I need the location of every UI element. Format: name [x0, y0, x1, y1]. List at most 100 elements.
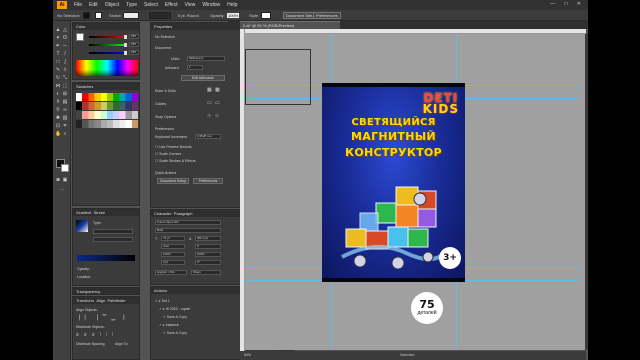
snap-grid-icon[interactable]: ⊹ [215, 113, 219, 119]
leading-field[interactable]: (86.4 pt) [195, 236, 221, 241]
preferences-button[interactable]: Preferences [313, 12, 341, 19]
action-row[interactable]: ✓ ▸ Hi 2020 - copter [159, 307, 191, 311]
magic-wand-icon[interactable]: ✦ [55, 35, 61, 41]
brush-label[interactable]: 5 pt. Round [178, 13, 199, 18]
gradient-slider[interactable] [77, 255, 135, 261]
symbol-sprayer-icon[interactable]: ✺ [55, 115, 61, 121]
more-tools-icon[interactable]: ⋯ [59, 187, 65, 193]
document-setup-quick-button[interactable]: Document Setup [157, 178, 189, 184]
font-family-select[interactable]: Futura Spec ND [155, 220, 221, 225]
tracking-field[interactable]: 0 [195, 244, 221, 249]
edit-artboards-button[interactable]: Edit Artboards [181, 75, 225, 81]
menu-effect[interactable]: Effect [165, 2, 178, 8]
action-row[interactable]: ✓ ▸ Instance [159, 323, 179, 327]
gradient-tool-icon[interactable]: ▤ [62, 99, 68, 105]
color-fill-proxy[interactable] [76, 33, 84, 41]
opacity-field[interactable]: 100% [227, 13, 240, 18]
green-value[interactable]: 255 [129, 42, 139, 47]
zoom-level[interactable]: 50% [244, 351, 251, 360]
curvature-tool-icon[interactable]: ∽ [62, 43, 68, 49]
stroke-weight-field[interactable] [123, 12, 139, 19]
baseline-shift-field[interactable]: 0 pt [161, 260, 185, 265]
vertical-scrollbar[interactable] [585, 34, 588, 350]
menu-window[interactable]: Window [202, 2, 220, 8]
kerning-field[interactable]: Auto [161, 244, 185, 249]
gradient-preview[interactable] [76, 220, 88, 232]
scale-corners-checkbox[interactable]: ☐ Scale Corners [155, 152, 181, 156]
preferences-quick-button[interactable]: Preferences [193, 178, 223, 184]
distribute-object-icons[interactable]: ≡≡≡⦙⦙⦙ [76, 332, 118, 338]
scale-tool-icon[interactable]: ⤡ [62, 75, 68, 81]
window-controls[interactable]: — □ ✕ [550, 1, 585, 7]
grid-icon[interactable]: ▦ [215, 87, 220, 93]
rotate-tool-icon[interactable]: ↻ [55, 75, 61, 81]
use-preview-bounds-checkbox[interactable]: ☐ Use Preview Bounds [155, 145, 192, 149]
gradient-type-field[interactable] [93, 229, 133, 234]
blue-value[interactable]: 255 [129, 50, 139, 55]
swatch-grid[interactable] [76, 93, 138, 131]
direct-selection-tool-icon[interactable]: △ [62, 27, 68, 33]
variable-width-field[interactable] [149, 12, 171, 19]
pen-tool-icon[interactable]: ✒ [55, 43, 61, 49]
zoom-tool-icon[interactable]: ⌕ [62, 131, 68, 137]
menu-type[interactable]: Type [126, 2, 137, 8]
red-value[interactable]: 255 [129, 34, 139, 39]
show-guides-icon[interactable]: ▭ [207, 100, 212, 106]
action-row[interactable]: ✓ ▸ Set 1 [155, 299, 170, 303]
artboard-tool-icon[interactable]: ⊡ [55, 123, 61, 129]
language-select[interactable]: English: USA [155, 270, 187, 275]
ruler-icon[interactable]: ▦ [207, 87, 212, 93]
shape-builder-icon[interactable]: ◐ [55, 91, 61, 97]
tab-pathfinder[interactable]: Pathfinder [107, 298, 125, 303]
graph-tool-icon[interactable]: ▥ [62, 115, 68, 121]
width-tool-icon[interactable]: ⋈ [55, 83, 61, 89]
eraser-icon[interactable]: ◊ [62, 67, 68, 73]
artboard-canvas[interactable]: DETI KIDS СВЕТЯЩИЙСЯ МАГНИТНЫЙ КОНСТРУКТ… [245, 34, 585, 350]
slice-tool-icon[interactable]: ⌗ [62, 123, 68, 129]
tab-stroke[interactable]: Stroke [94, 210, 106, 215]
font-style-select[interactable]: Bold [155, 228, 221, 233]
style-swatch[interactable] [261, 12, 271, 19]
lasso-icon[interactable]: ʘ [62, 35, 68, 41]
tab-paragraph[interactable]: Paragraph [174, 211, 193, 216]
menu-edit[interactable]: Edit [89, 2, 98, 8]
hand-tool-icon[interactable]: ✋ [55, 131, 61, 137]
stroke-color-icon[interactable] [61, 164, 69, 172]
menu-select[interactable]: Select [144, 2, 158, 8]
tab-character[interactable]: Character [154, 211, 172, 216]
pencil-icon[interactable]: ✎ [55, 67, 61, 73]
align-object-icons[interactable]: ▕▏▕▔▁▕ [76, 315, 129, 321]
poster-artwork[interactable]: DETI KIDS СВЕТЯЩИЙСЯ МАГНИТНЫЙ КОНСТРУКТ… [322, 83, 465, 282]
snap-point-icon[interactable]: ⊹ [207, 113, 211, 119]
fill-swatch[interactable] [83, 12, 90, 19]
action-row[interactable]: ✓ Save A Copy [163, 331, 187, 335]
paintbrush-icon[interactable]: ∫ [62, 59, 68, 65]
color-panel-title[interactable]: Color [73, 23, 139, 30]
font-size-field[interactable]: 72 pt [161, 236, 185, 241]
horizontal-scale-field[interactable]: 100% [195, 252, 221, 257]
anti-aliasing-select[interactable]: Sharp [191, 270, 221, 275]
action-row[interactable]: ✓ Save A Copy [163, 315, 187, 319]
line-tool-icon[interactable]: / [62, 51, 68, 57]
perspective-grid-icon[interactable]: ⊞ [62, 91, 68, 97]
transparency-panel-title[interactable]: Transparency [73, 288, 139, 294]
drawing-mode-icon[interactable]: ◙ [55, 177, 61, 183]
artboard-select[interactable]: 1 [187, 65, 203, 70]
units-select[interactable]: Millimeters [187, 56, 225, 61]
rectangle-tool-icon[interactable]: □ [55, 59, 61, 65]
screen-mode-icon[interactable]: ▣ [62, 177, 68, 183]
tab-align[interactable]: Align [96, 298, 105, 303]
swatches-panel-title[interactable]: Swatches [73, 83, 139, 90]
type-tool-icon[interactable]: T [55, 51, 61, 57]
tab-transform[interactable]: Transform [76, 298, 94, 303]
selection-tool-icon[interactable]: ▲ [55, 27, 61, 33]
eyedropper-icon[interactable]: ⚲ [55, 107, 61, 113]
stroke-swatch[interactable] [95, 12, 102, 19]
menu-file[interactable]: File [74, 2, 82, 8]
blend-tool-icon[interactable]: ∞ [62, 107, 68, 113]
mesh-tool-icon[interactable]: # [55, 99, 61, 105]
red-slider[interactable] [89, 35, 127, 39]
menu-help[interactable]: Help [227, 2, 237, 8]
vertical-scale-field[interactable]: 100% [161, 252, 185, 257]
gradient-angle-field[interactable] [93, 237, 133, 242]
